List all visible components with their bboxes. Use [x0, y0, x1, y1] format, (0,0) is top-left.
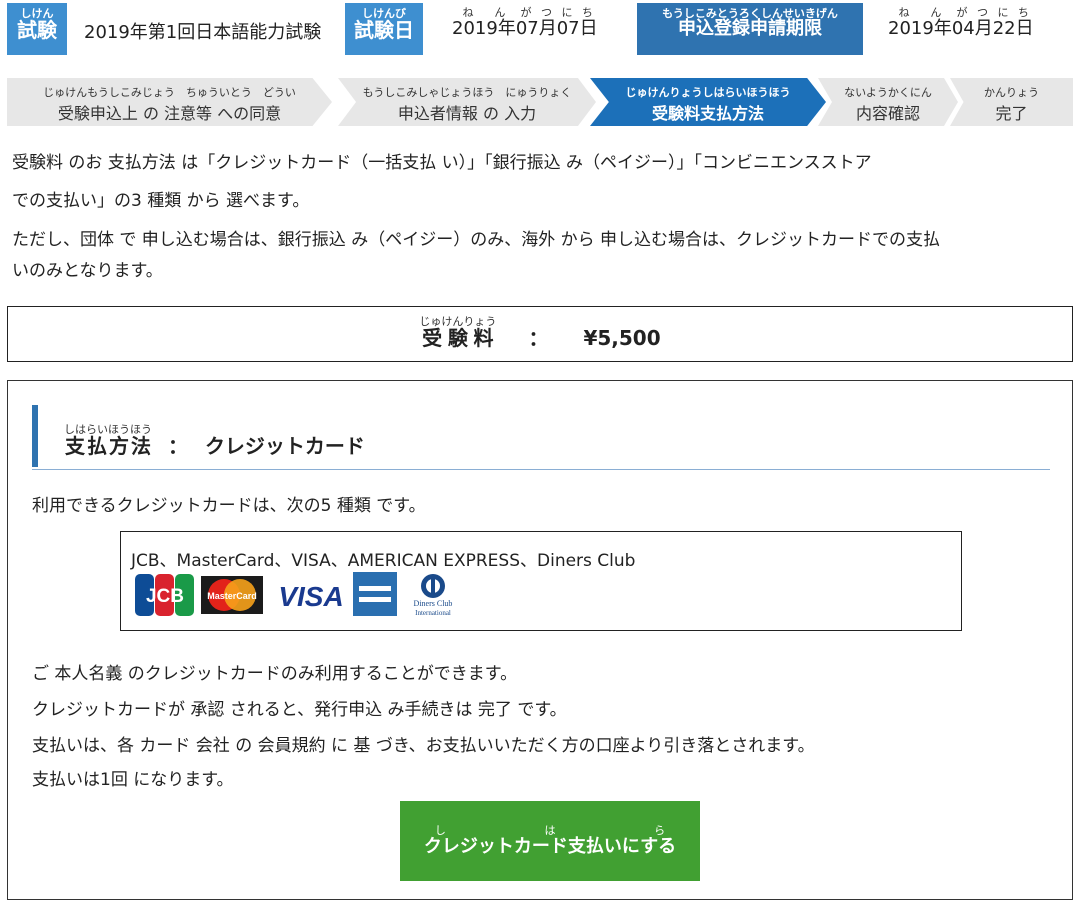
visa-logo-icon: VISA [278, 581, 343, 612]
card-brands-box: JCB、MasterCard、VISA、AMERICAN EXPRESS、Din… [120, 531, 962, 631]
exam-date-tag: しけんび 試験日 [345, 3, 423, 55]
step-payment-method: じゅけんりょうしはらいほうほう 受験料支払方法 [590, 78, 826, 126]
title-accent-bar [32, 405, 38, 467]
note-billing: 支払いは、各 カード 会社 の 会員規約 に 基 づき、お支払いいただく方の口座… [32, 736, 815, 756]
svg-text:International: International [415, 609, 451, 617]
svg-text:VISA: VISA [278, 581, 343, 612]
amex-logo-icon [353, 572, 397, 616]
credit-card-pay-button[interactable]: クレジットカード支払いにするしはら [400, 801, 700, 881]
available-cards-text: 利用できるクレジットカードは、次の5 種類 です。 [32, 496, 426, 516]
payment-panel: 支払方法しはらいほうほう ： クレジットカード 利用できるクレジットカードは、次… [7, 380, 1073, 900]
step-consent: じゅけんもうしこみじょう ちゅういとう どうい 受験申込上 の 注意等 への同意 [7, 78, 332, 126]
note-own-card: ご 本人名義 のクレジットカードのみ利用することができます。 [32, 664, 518, 684]
fee-box: 受験料じゅけんりょう ： ¥5,500 [7, 306, 1073, 362]
svg-text:MasterCard: MasterCard [207, 591, 257, 601]
fee-amount: ¥5,500 [583, 326, 661, 350]
fee-sep: ： [528, 326, 549, 350]
exam-tag: しけん 試験 [7, 3, 67, 55]
intro-line-4: いのみとなります。 [12, 261, 163, 281]
mastercard-logo-icon: MasterCard [201, 576, 263, 614]
intro-line-1: 受験料 のお 支払方法 は「クレジットカード（一括支払 い）」「銀行振込 み（ペ… [12, 153, 872, 173]
exam-date: 2019年ねん07月がつ07日にち [452, 6, 598, 39]
note-approval: クレジットカードが 承認 されると、発行申込 み手続きは 完了 です。 [32, 700, 567, 720]
deadline-tag: もうしこみとうろくしんせいきげん 申込登録申請期限 [637, 3, 863, 55]
step-applicant-info: もうしこみしゃじょうほう にゅうりょく 申込者情報 の 入力 [338, 78, 596, 126]
deadline-date: 2019年ねん04月がつ22日にち [888, 6, 1034, 39]
jcb-logo-icon: JCB [135, 574, 194, 616]
step-confirm: ないようかくにん 内容確認 [818, 78, 958, 126]
intro-line-3: ただし、団体 で 申し込む場合は、銀行振込 み（ペイジー）のみ、海外 から 申し… [12, 230, 941, 250]
step-complete: かんりょう 完了 [950, 78, 1073, 126]
intro-line-2: での支払い」の3 種類 から 選べます。 [12, 191, 310, 211]
exam-name: 2019年第1回日本語能力試験 [84, 22, 322, 43]
svg-text:JCB: JCB [146, 586, 184, 607]
diners-club-logo-icon: Diners Club International [414, 574, 453, 617]
payment-title: 支払方法しはらいほうほう ： クレジットカード [32, 405, 1050, 470]
card-brands-list: JCB、MasterCard、VISA、AMERICAN EXPRESS、Din… [131, 551, 636, 571]
svg-text:Diners Club: Diners Club [414, 599, 453, 608]
note-single-payment: 支払いは1回 になります。 [32, 770, 234, 790]
fee-label: 受験料 [419, 326, 497, 350]
